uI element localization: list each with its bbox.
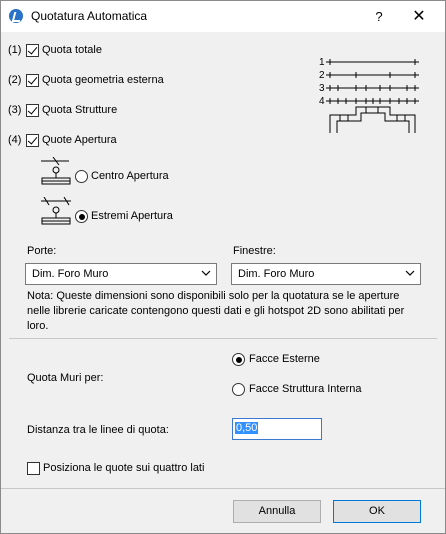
quote-apertura-label[interactable]: Quote Apertura xyxy=(42,134,117,146)
porte-label: Porte: xyxy=(27,245,57,257)
quota-totale-label[interactable]: Quota totale xyxy=(42,44,102,56)
quota-strutture-label[interactable]: Quota Strutture xyxy=(42,104,117,116)
quota-geometria-label[interactable]: Quota geometria esterna xyxy=(42,74,164,86)
facce-struttura-radio[interactable] xyxy=(232,383,245,396)
archicad-app-icon xyxy=(9,9,23,23)
dimension-levels-preview: 1 2 3 4 xyxy=(319,57,419,133)
quattro-lati-checkbox[interactable] xyxy=(27,462,40,475)
finestre-label: Finestre: xyxy=(233,245,276,257)
level-4-label: 4 xyxy=(319,96,325,107)
cancel-button[interactable]: Annulla xyxy=(233,500,321,523)
footer-divider xyxy=(1,488,445,489)
finestre-dropdown-value: Dim. Foro Muro xyxy=(238,268,315,280)
option-number-3: (3) xyxy=(8,104,22,116)
quota-muri-label: Quota Muri per: xyxy=(27,372,104,384)
quattro-lati-label[interactable]: Posiziona le quote sui quattro lati xyxy=(43,462,204,474)
close-button[interactable]: ✕ xyxy=(401,5,437,29)
help-button[interactable]: ? xyxy=(369,7,389,27)
estremi-apertura-radio[interactable] xyxy=(75,210,88,223)
distanza-input[interactable]: 0,50 xyxy=(232,418,322,440)
quota-strutture-checkbox[interactable] xyxy=(26,104,39,117)
quota-geometria-checkbox[interactable] xyxy=(26,74,39,87)
dialog-title: Quotatura Automatica xyxy=(31,9,148,23)
quote-apertura-checkbox[interactable] xyxy=(26,134,39,147)
section-divider xyxy=(9,338,437,339)
porte-dropdown[interactable]: Dim. Foro Muro xyxy=(25,263,217,285)
note-text: Nota: Queste dimensioni sono disponibili… xyxy=(27,290,405,332)
facce-esterne-label[interactable]: Facce Esterne xyxy=(249,353,320,365)
level-3-label: 3 xyxy=(319,83,325,94)
distanza-input-value: 0,50 xyxy=(235,422,259,434)
centro-apertura-label[interactable]: Centro Apertura xyxy=(91,170,169,182)
option-number-2: (2) xyxy=(8,74,22,86)
centro-apertura-icon xyxy=(41,157,71,185)
chevron-down-icon xyxy=(201,270,211,276)
porte-dropdown-value: Dim. Foro Muro xyxy=(32,268,109,280)
finestre-dropdown[interactable]: Dim. Foro Muro xyxy=(231,263,421,285)
distanza-label: Distanza tra le linee di quota: xyxy=(27,424,169,436)
level-2-label: 2 xyxy=(319,70,325,81)
estremi-apertura-label[interactable]: Estremi Apertura xyxy=(91,210,173,222)
quota-totale-checkbox[interactable] xyxy=(26,44,39,57)
level-1-label: 1 xyxy=(319,57,325,68)
estremi-apertura-icon xyxy=(41,197,71,225)
chevron-down-icon xyxy=(405,270,415,276)
option-number-4: (4) xyxy=(8,134,22,146)
centro-apertura-radio[interactable] xyxy=(75,170,88,183)
facce-struttura-label[interactable]: Facce Struttura Interna xyxy=(249,383,362,395)
facce-esterne-radio[interactable] xyxy=(232,353,245,366)
dialog-window: Quotatura Automatica ? ✕ (1) Quota total… xyxy=(0,0,446,534)
option-number-1: (1) xyxy=(8,44,22,56)
ok-button[interactable]: OK xyxy=(333,500,421,523)
title-bar: Quotatura Automatica ? ✕ xyxy=(1,1,445,32)
